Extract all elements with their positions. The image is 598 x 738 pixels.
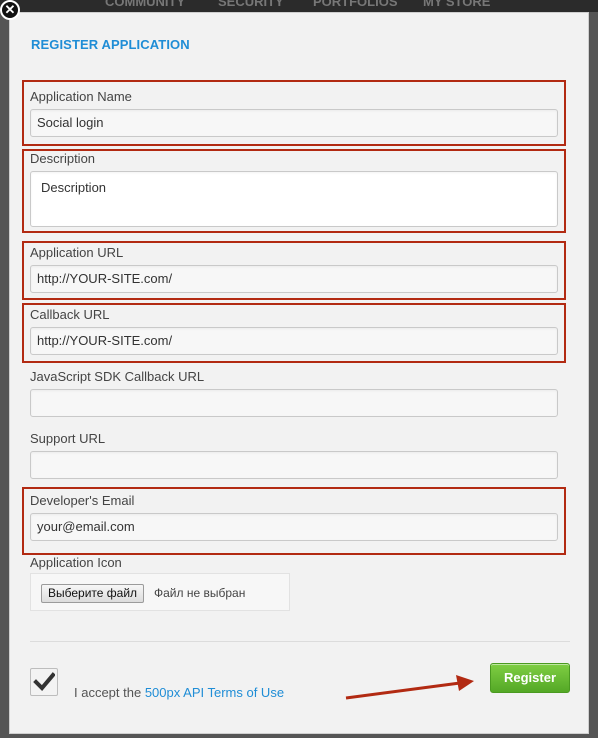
background-nav: COMMUNITY SECURITY PORTFOLIOS MY STORE: [0, 0, 598, 12]
developer-email-label: Developer's Email: [30, 493, 135, 508]
bg-nav-item: COMMUNITY: [105, 0, 186, 9]
dialog-title: REGISTER APPLICATION: [31, 37, 190, 52]
checkmark-icon: [33, 672, 55, 691]
divider: [30, 641, 570, 642]
file-status: Файл не выбран: [154, 586, 246, 600]
app-name-input[interactable]: Social login: [30, 109, 558, 137]
app-icon-label: Application Icon: [30, 555, 122, 570]
file-upload: Выберите файл Файл не выбран: [30, 573, 290, 611]
app-name-label: Application Name: [30, 89, 132, 104]
accept-terms-checkbox[interactable]: [30, 668, 58, 696]
bg-nav-item: PORTFOLIOS: [313, 0, 398, 9]
support-url-label: Support URL: [30, 431, 106, 446]
callback-url-label: Callback URL: [30, 307, 110, 322]
accept-label: I accept the: [74, 685, 145, 700]
register-button[interactable]: Register: [490, 663, 570, 693]
support-url-input[interactable]: [30, 451, 558, 479]
app-url-label: Application URL: [30, 245, 124, 260]
choose-file-button[interactable]: Выберите файл: [41, 584, 145, 603]
app-url-input[interactable]: http://YOUR-SITE.com/: [30, 265, 558, 293]
bg-nav-item: MY STORE: [423, 0, 491, 9]
description-label: Description: [30, 151, 96, 166]
js-sdk-callback-url-label: JavaScript SDK Callback URL: [30, 369, 205, 384]
close-icon[interactable]: ✕: [0, 0, 20, 20]
accept-terms-text: I accept the 500px API Terms of Use: [74, 685, 284, 700]
description-textarea[interactable]: Description: [30, 171, 558, 227]
terms-link[interactable]: 500px API Terms of Use: [145, 685, 284, 700]
callback-url-input[interactable]: http://YOUR-SITE.com/: [30, 327, 558, 355]
red-arrow-icon: [345, 675, 474, 700]
developer-email-input[interactable]: your@email.com: [30, 513, 558, 541]
bg-nav-item: SECURITY: [218, 0, 284, 9]
js-sdk-callback-url-input[interactable]: [30, 389, 558, 417]
